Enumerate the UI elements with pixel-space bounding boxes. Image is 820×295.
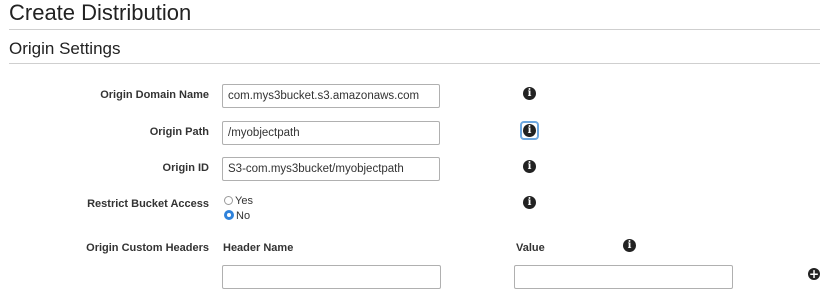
title-divider bbox=[9, 29, 820, 30]
origin-id-input[interactable]: S3-com.mys3bucket/myobjectpath bbox=[222, 157, 440, 181]
radio-no-label: No bbox=[236, 210, 251, 222]
radio-yes-row[interactable]: Yes bbox=[224, 195, 253, 207]
restrict-bucket-access-label: Restrict Bucket Access bbox=[87, 198, 209, 210]
origin-id-label: Origin ID bbox=[162, 162, 209, 174]
info-icon[interactable]: i bbox=[523, 87, 536, 100]
radio-yes[interactable] bbox=[224, 196, 233, 205]
info-icon[interactable]: i bbox=[523, 196, 536, 209]
header-name-column-heading: Header Name bbox=[223, 242, 294, 254]
section-divider bbox=[9, 63, 820, 64]
origin-path-input[interactable]: /myobjectpath bbox=[222, 121, 440, 145]
header-name-input[interactable] bbox=[222, 265, 441, 289]
origin-domain-name-label: Origin Domain Name bbox=[100, 89, 209, 101]
info-icon[interactable]: i bbox=[523, 160, 536, 173]
info-icon[interactable]: i bbox=[523, 124, 536, 137]
radio-yes-label: Yes bbox=[235, 195, 253, 207]
section-title: Origin Settings bbox=[9, 39, 121, 58]
page-title: Create Distribution bbox=[9, 0, 192, 25]
add-icon[interactable]: + bbox=[808, 268, 820, 280]
radio-no-row[interactable]: No bbox=[224, 210, 250, 222]
origin-domain-name-input[interactable]: com.mys3bucket.s3.amazonaws.com bbox=[222, 84, 440, 108]
value-column-heading: Value bbox=[516, 242, 545, 254]
header-value-input[interactable] bbox=[514, 265, 733, 289]
origin-custom-headers-label: Origin Custom Headers bbox=[86, 242, 209, 254]
origin-path-label: Origin Path bbox=[149, 126, 209, 138]
radio-no[interactable] bbox=[224, 210, 234, 220]
info-icon[interactable]: i bbox=[623, 239, 636, 252]
